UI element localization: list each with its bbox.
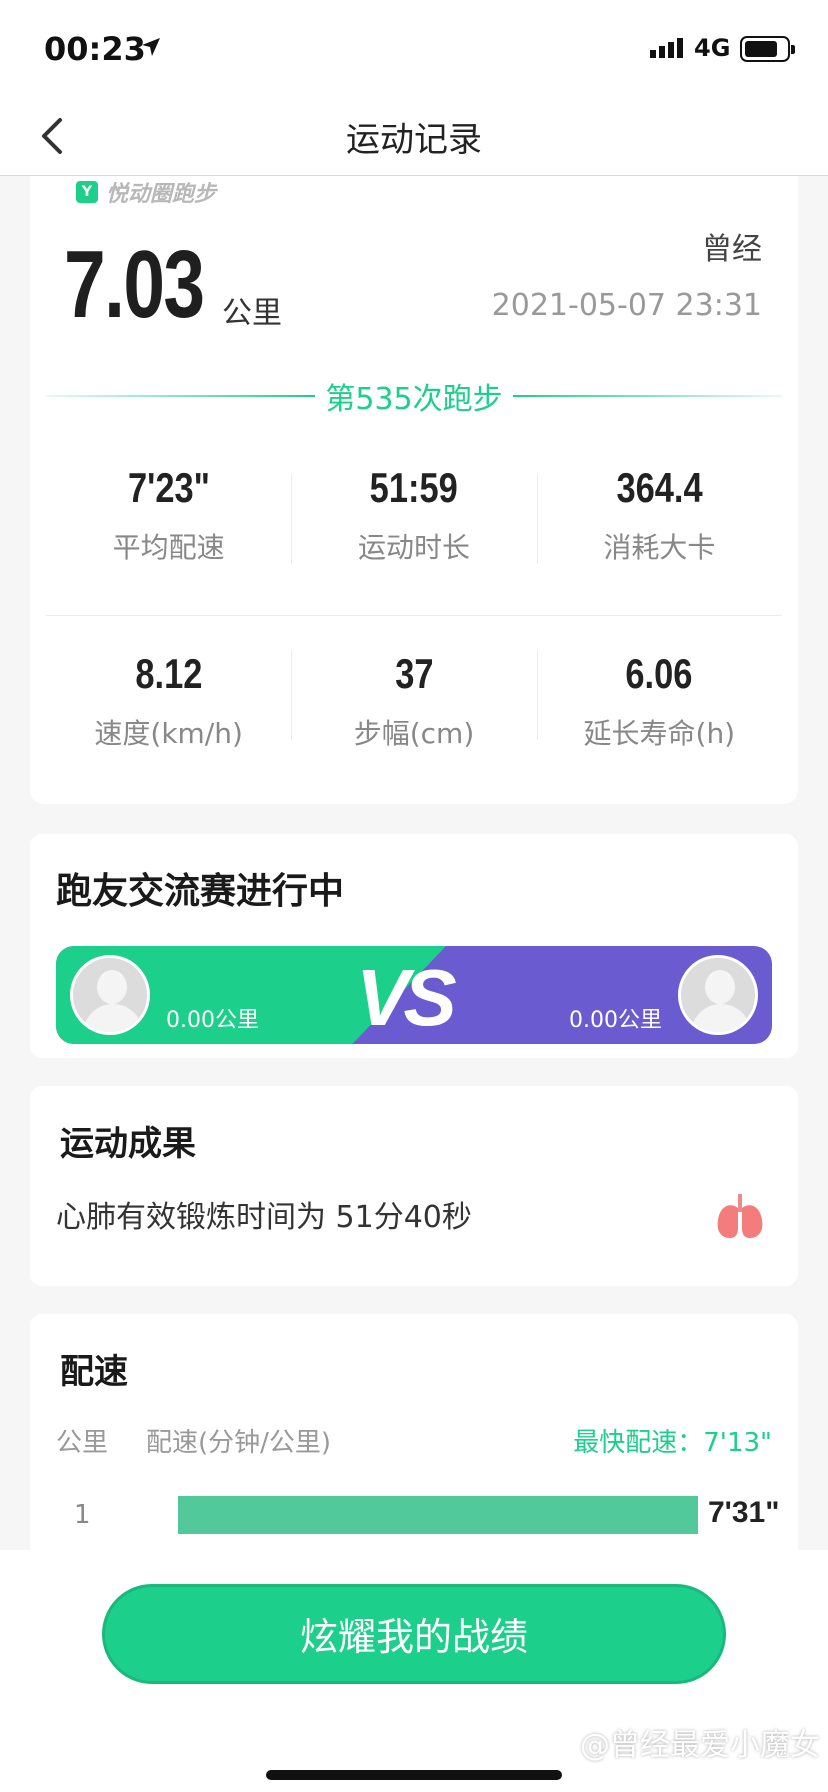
- pace-title: 配速: [60, 1352, 128, 1392]
- stat-life-extension: 6.06 延长寿命(h): [536, 616, 782, 776]
- result-title: 运动成果: [60, 1124, 196, 1164]
- fastest-pace: 最快配速：7'13": [573, 1428, 772, 1458]
- stat-stride: 37 步幅(cm): [291, 616, 536, 776]
- user-nickname: 曾经: [702, 232, 762, 267]
- nav-bar: 运动记录: [0, 96, 828, 176]
- pace-row-km: 1: [74, 1500, 91, 1530]
- brand-icon: Y: [76, 181, 98, 203]
- status-time: 00:23: [44, 30, 146, 68]
- avatar[interactable]: [678, 955, 758, 1035]
- stat-duration: 51:59 运动时长: [291, 440, 536, 615]
- share-results-button[interactable]: 炫耀我的战绩: [102, 1584, 726, 1684]
- stat-label: 步幅(cm): [353, 717, 475, 750]
- result-text: 心肺有效锻炼时间为 51分40秒: [56, 1200, 472, 1235]
- run-count-label: 第535次跑步: [325, 382, 503, 417]
- network-type: 4G: [694, 34, 731, 62]
- lungs-icon: [717, 1194, 763, 1238]
- stats-grid: 7'23" 平均配速 51:59 运动时长 364.4 消耗大卡 8.12 速度…: [46, 440, 782, 776]
- pace-card: 配速 公里 配速(分钟/公里) 最快配速：7'13" 1 7'31": [30, 1314, 798, 1566]
- vs-bar[interactable]: 0.00公里 VS 0.00公里: [56, 946, 772, 1044]
- pace-row: 1 7'31": [56, 1496, 779, 1536]
- battery-icon: [740, 36, 795, 62]
- location-arrow-icon: [142, 38, 160, 56]
- stat-speed: 8.12 速度(km/h): [46, 616, 291, 776]
- run-count-divider: 第535次跑步: [46, 376, 783, 417]
- stat-label: 消耗大卡: [603, 531, 716, 564]
- home-indicator[interactable]: [266, 1770, 562, 1780]
- stat-label: 平均配速: [112, 531, 225, 564]
- stat-value: 364.4: [616, 464, 703, 511]
- stat-calories: 364.4 消耗大卡: [536, 440, 782, 615]
- page-title: 运动记录: [346, 120, 482, 160]
- stat-value: 7'23": [127, 464, 210, 511]
- right-distance: 0.00公里: [569, 1008, 662, 1033]
- stat-value: 8.12: [135, 650, 203, 697]
- brand-name: 悦动圈跑步: [106, 182, 217, 207]
- exercise-result-card: 运动成果 心肺有效锻炼时间为 51分40秒: [30, 1086, 798, 1286]
- avatar[interactable]: [70, 955, 150, 1035]
- match-title: 跑友交流赛进行中: [56, 871, 345, 912]
- vs-label: VS: [356, 953, 457, 1042]
- pace-col-pace: 配速(分钟/公里): [146, 1428, 332, 1458]
- distance-unit: 公里: [222, 296, 282, 331]
- friend-match-card[interactable]: 跑友交流赛进行中 0.00公里 VS 0.00公里: [30, 834, 798, 1058]
- signal-icon: [650, 38, 683, 58]
- distance-value: 7.03: [64, 231, 205, 338]
- pace-row-value: 7'31": [708, 1496, 780, 1529]
- brand-logo: Y 悦动圈跑步: [76, 176, 216, 208]
- stat-avg-pace: 7'23" 平均配速: [46, 440, 291, 615]
- watermark: @曾经最爱小魔女: [580, 1728, 820, 1763]
- pace-col-km: 公里: [56, 1428, 109, 1458]
- stat-value: 6.06: [625, 650, 693, 697]
- stat-value: 51:59: [369, 464, 459, 511]
- run-summary-card: Y 悦动圈跑步 曾经 7.03 公里 2021-05-07 23:31 第535…: [30, 176, 798, 804]
- stat-label: 延长寿命(h): [583, 717, 736, 750]
- stat-label: 速度(km/h): [94, 717, 243, 750]
- stat-label: 运动时长: [357, 531, 470, 564]
- left-distance: 0.00公里: [166, 1008, 259, 1033]
- pace-bar: [178, 1496, 698, 1534]
- bottom-action-area: 炫耀我的战绩 @曾经最爱小魔女: [0, 1550, 828, 1792]
- status-bar: 00:23 4G: [0, 0, 828, 96]
- stat-value: 37: [394, 650, 434, 697]
- run-datetime: 2021-05-07 23:31: [491, 288, 762, 323]
